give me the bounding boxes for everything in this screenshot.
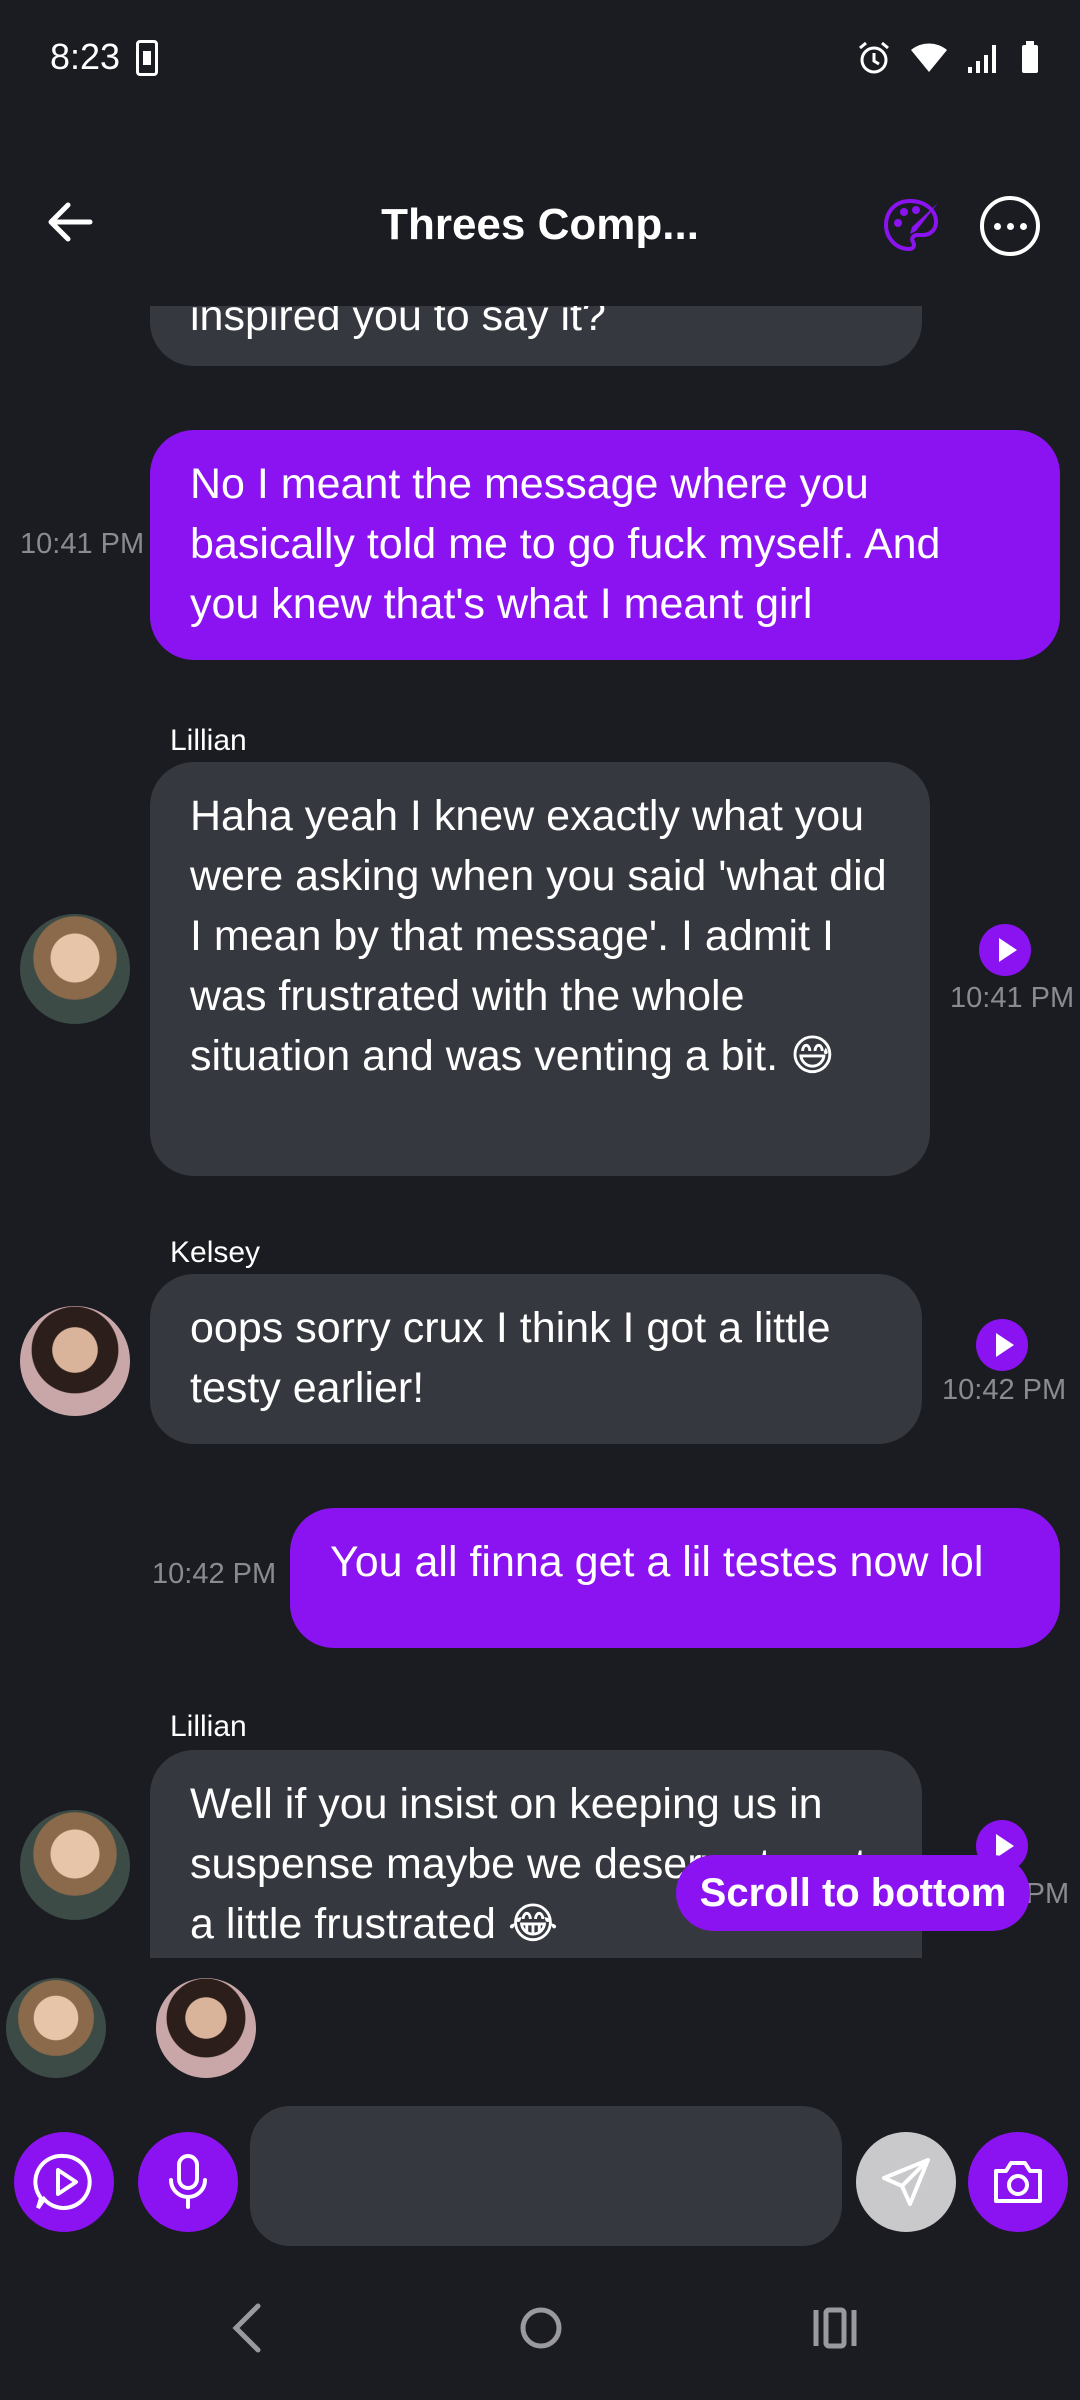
play-button[interactable]: [14, 2132, 114, 2232]
status-time: 8:23: [50, 36, 121, 77]
participant-avatar-lillian[interactable]: [6, 1978, 106, 2078]
play-audio-icon[interactable]: [979, 924, 1031, 976]
send-button[interactable]: [856, 2132, 956, 2232]
camera-icon: [994, 2161, 1042, 2203]
signal-icon: [968, 45, 996, 73]
sender-name: Kelsey: [170, 1236, 261, 1269]
chat-title: Threes Comp...: [381, 200, 699, 249]
message-timestamp: 10:42 PM: [152, 1558, 277, 1590]
message-timestamp: 10:42 PM: [942, 1374, 1067, 1406]
nav-home-icon[interactable]: [516, 2300, 566, 2356]
play-audio-icon[interactable]: [976, 1319, 1028, 1371]
play-circle-icon: [33, 2153, 92, 2210]
message-bubble[interactable]: You all finna get a lil testes now lol: [290, 1508, 1060, 1648]
message-list[interactable]: inspired you to say it? 10:41 PM No I me…: [0, 306, 1080, 1958]
send-icon: [882, 2158, 930, 2206]
microphone-button[interactable]: [138, 2132, 238, 2232]
message-bubble[interactable]: No I meant the message where you basical…: [150, 430, 1060, 660]
camera-button[interactable]: [968, 2132, 1068, 2232]
avatar-lillian[interactable]: [20, 914, 130, 1024]
nav-recents-icon[interactable]: [810, 2300, 860, 2356]
sender-name: Lillian: [170, 1710, 247, 1743]
phone-status-icon: [136, 40, 158, 76]
avatar-lillian[interactable]: [20, 1810, 130, 1920]
participant-avatar-kelsey[interactable]: [156, 1978, 256, 2078]
palette-icon[interactable]: [880, 195, 942, 257]
message-input[interactable]: [250, 2106, 842, 2246]
message-bubble[interactable]: Haha yeah I knew exactly what you were a…: [150, 762, 930, 1176]
wifi-icon: [911, 43, 947, 72]
message-bubble[interactable]: inspired you to say it?: [150, 306, 922, 366]
nav-back-icon[interactable]: [222, 2300, 272, 2356]
avatar-kelsey[interactable]: [20, 1306, 130, 1416]
back-arrow-icon[interactable]: [40, 192, 100, 252]
message-timestamp: 10:41 PM: [950, 982, 1075, 1014]
scroll-to-bottom-button[interactable]: Scroll to bottom: [676, 1855, 1030, 1931]
more-options-button[interactable]: [980, 196, 1040, 256]
status-icons: [856, 40, 1040, 76]
sender-name: Lillian: [170, 724, 247, 757]
alarm-icon: [859, 41, 889, 74]
microphone-icon: [169, 2154, 207, 2209]
message-timestamp: 10:41 PM: [20, 528, 145, 560]
battery-icon: [1022, 41, 1038, 73]
message-bubble[interactable]: oops sorry crux I think I got a little t…: [150, 1274, 922, 1444]
